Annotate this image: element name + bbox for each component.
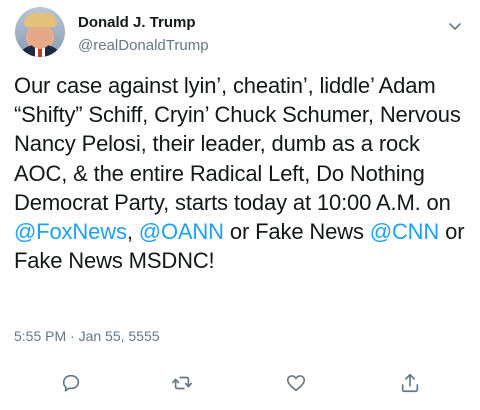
mention-link[interactable]: @CNN	[370, 219, 440, 244]
tweet-timestamp[interactable]: 5:55 PM · Jan 55, 5555	[14, 328, 160, 344]
tweet-text-segment: Our case against lyin’, cheatin’, liddle…	[14, 73, 461, 215]
reply-button[interactable]	[58, 370, 84, 396]
share-icon	[401, 373, 419, 393]
avatar[interactable]	[15, 7, 65, 57]
tweet-text-segment: ,	[126, 219, 139, 245]
chevron-down-icon[interactable]	[447, 18, 463, 34]
tweet-text-segment: or Fake News	[223, 219, 370, 245]
retweet-button[interactable]	[169, 370, 195, 396]
avatar-hair	[24, 13, 57, 27]
retweet-icon	[172, 376, 192, 390]
author-name[interactable]: Donald J. Trump	[78, 14, 196, 31]
tweet-card: Donald J. Trump @realDonaldTrump Our cas…	[0, 0, 480, 410]
action-bar	[0, 370, 480, 400]
like-icon	[286, 375, 306, 392]
tweet-text: Our case against lyin’, cheatin’, liddle…	[14, 71, 476, 275]
mention-link[interactable]: @OANN	[139, 219, 224, 244]
share-button[interactable]	[397, 370, 423, 396]
author-handle[interactable]: @realDonaldTrump	[78, 37, 209, 54]
mention-link[interactable]: @FoxNews	[14, 219, 127, 244]
reply-icon	[62, 374, 80, 392]
like-button[interactable]	[283, 370, 309, 396]
